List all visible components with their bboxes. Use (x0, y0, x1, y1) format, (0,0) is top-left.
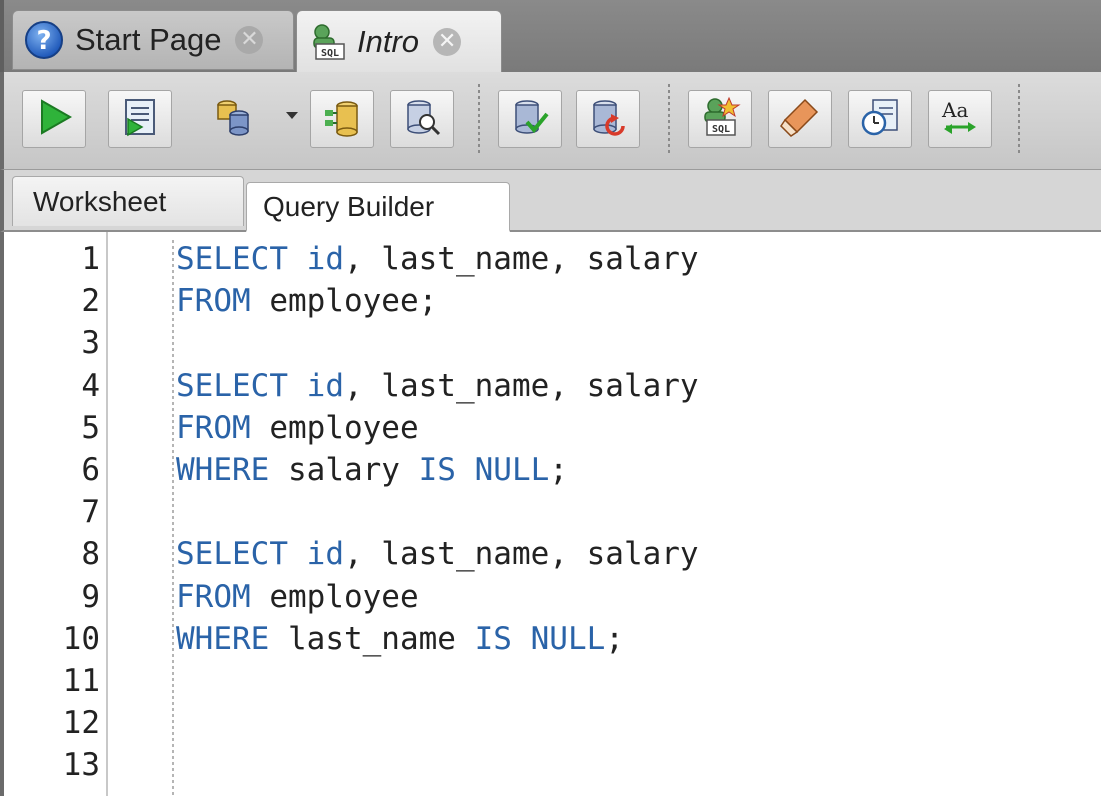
history-icon (859, 96, 901, 143)
close-icon[interactable]: ✕ (235, 26, 264, 54)
line-number: 7 (81, 494, 100, 531)
code-text: employee (250, 578, 419, 615)
sql-keyword: NULL (530, 620, 606, 657)
commit-button[interactable] (498, 90, 562, 148)
rollback-icon (587, 96, 629, 143)
code-line[interactable]: WHERE last_name IS NULL; (176, 618, 624, 660)
code-text: employee; (250, 283, 438, 320)
case-toggle-icon: Aa (938, 95, 982, 144)
line-number: 3 (81, 325, 100, 362)
sql-worksheet-icon: SQL (307, 21, 349, 63)
sql-keyword: id (306, 536, 344, 573)
tab-worksheet-label: Worksheet (33, 185, 167, 217)
code-text: ; (605, 620, 624, 657)
svg-text:Aa: Aa (941, 98, 968, 122)
tab-start-page-label: Start Page (75, 22, 222, 57)
svg-text:SQL: SQL (712, 124, 730, 135)
code-line[interactable]: FROM employee; (176, 280, 437, 322)
sql-keyword: id (306, 241, 344, 277)
sql-keyword: IS (418, 452, 456, 488)
line-number: 12 (62, 705, 100, 742)
code-text: salary (269, 452, 419, 488)
run-statement-button[interactable] (22, 90, 86, 148)
sql-keyword: SELECT (176, 536, 288, 573)
line-number: 4 (81, 367, 100, 404)
tab-query-builder[interactable]: Query Builder (246, 182, 510, 232)
sql-history-button[interactable] (848, 90, 912, 148)
line-number: 6 (81, 452, 100, 488)
line-number: 1 (81, 241, 100, 277)
run-script-button[interactable] (108, 90, 172, 148)
code-line[interactable]: FROM employee (176, 407, 419, 449)
line-number: 9 (81, 578, 100, 615)
code-text: , last_name, salary (343, 367, 699, 404)
code-line[interactable]: SELECT id, last_name, salary (176, 533, 699, 575)
sql-keyword: WHERE (176, 620, 270, 657)
code-text: ; (549, 452, 568, 488)
clear-button[interactable] (768, 90, 832, 148)
sql-keyword: WHERE (176, 452, 270, 488)
code-line[interactable]: SELECT id, last_name, salary (176, 238, 699, 280)
line-number: 5 (81, 409, 100, 446)
chevron-down-icon[interactable] (286, 112, 298, 119)
format-case-button[interactable]: Aa (928, 90, 992, 148)
connection-button[interactable] (194, 90, 272, 148)
help-icon: ? (23, 19, 65, 61)
commit-icon (509, 96, 551, 143)
sql-new-icon: SQL (699, 96, 741, 143)
sql-keyword: SELECT (176, 241, 288, 277)
editor-subtab-strip: Worksheet Query Builder (0, 170, 1101, 232)
tab-intro[interactable]: SQL Intro ✕ (296, 10, 502, 72)
line-number: 8 (81, 536, 100, 573)
indent-guide (172, 240, 174, 796)
eraser-icon (779, 96, 821, 143)
explain-plan-button[interactable] (390, 90, 454, 148)
script-icon (120, 97, 160, 142)
worksheet-toolbar: SQL Aa (0, 72, 1101, 170)
sql-keyword: FROM (176, 578, 251, 615)
explain-plan-icon (401, 96, 443, 143)
new-sql-button[interactable]: SQL (688, 90, 752, 148)
sql-keyword: SELECT (176, 367, 288, 404)
code-text: , last_name, salary (343, 536, 699, 573)
line-number: 11 (62, 663, 100, 699)
close-icon[interactable]: ✕ (433, 27, 462, 56)
play-icon (34, 97, 74, 142)
code-text: last_name (269, 620, 475, 657)
line-number: 10 (62, 620, 100, 657)
database-icon (211, 95, 255, 144)
code-line[interactable]: FROM employee (176, 576, 419, 618)
document-tab-strip: ? Start Page ✕ SQL Intro ✕ (0, 0, 1101, 72)
tab-query-builder-label: Query Builder (263, 190, 435, 222)
line-number: 13 (62, 747, 100, 784)
code-text: , last_name, salary (343, 241, 699, 277)
svg-text:?: ? (36, 26, 51, 56)
code-line[interactable]: SELECT id, last_name, salary (176, 365, 699, 407)
sql-keyword: FROM (176, 283, 251, 320)
tab-start-page[interactable]: ? Start Page ✕ (12, 10, 294, 70)
autotrace-button[interactable] (310, 90, 374, 148)
toolbar-separator (478, 84, 480, 156)
rollback-button[interactable] (576, 90, 640, 148)
toolbar-separator (1018, 84, 1020, 156)
svg-text:SQL: SQL (321, 48, 339, 59)
line-number-gutter: 1 2 3 4 5 6 7 8 9 10 11 12 13 (8, 232, 108, 796)
toolbar-separator (668, 84, 670, 156)
tab-intro-label: Intro (357, 23, 420, 59)
tab-worksheet[interactable]: Worksheet (12, 176, 244, 226)
sql-keyword: FROM (176, 409, 251, 446)
line-number: 2 (81, 283, 100, 320)
sql-keyword: NULL (474, 452, 550, 488)
sql-keyword: id (306, 367, 344, 404)
autotrace-icon (321, 96, 363, 143)
sql-editor[interactable]: 1 2 3 4 5 6 7 8 9 10 11 12 13 SELECT id, last_name, … (0, 232, 1101, 796)
sql-keyword: IS (474, 620, 512, 657)
code-line[interactable]: WHERE salary IS NULL; (176, 449, 568, 491)
code-text: employee (250, 409, 419, 446)
